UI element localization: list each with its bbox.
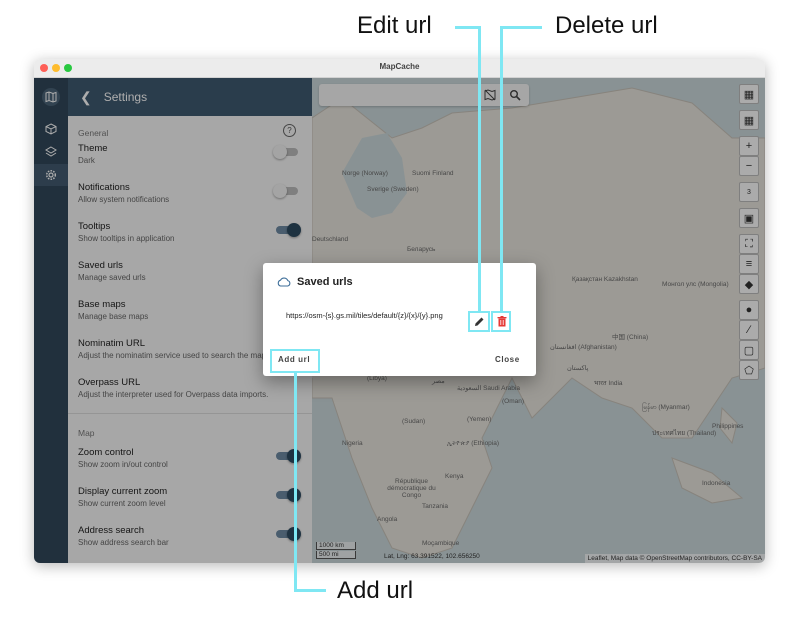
saved-url-text: https://osm-{s}.gs.mil/tiles/default/{z}… <box>286 311 443 320</box>
app-window: MapCache ❮ Settings General ? Theme Dark… <box>34 59 765 563</box>
add-callout-line-v <box>294 371 297 592</box>
delete-url-highlight <box>491 311 511 332</box>
cloud-icon <box>277 277 291 287</box>
callout-delete-url: Delete url <box>555 12 658 39</box>
add-callout-line-h <box>294 589 326 592</box>
delete-callout-line-h <box>500 26 542 29</box>
delete-callout-line-v <box>500 26 503 313</box>
edit-callout-line-v <box>478 26 481 313</box>
callout-edit-url: Edit url <box>357 12 432 39</box>
edit-callout-line-h <box>455 26 480 29</box>
window-title: MapCache <box>379 62 420 71</box>
titlebar: MapCache <box>34 59 765 78</box>
callout-add-url: Add url <box>337 577 414 604</box>
dialog-title-text: Saved urls <box>297 276 353 288</box>
dialog-title: Saved urls <box>277 276 353 288</box>
add-url-highlight <box>270 349 320 373</box>
edit-url-highlight <box>468 311 490 332</box>
close-button[interactable]: Close <box>495 355 520 364</box>
